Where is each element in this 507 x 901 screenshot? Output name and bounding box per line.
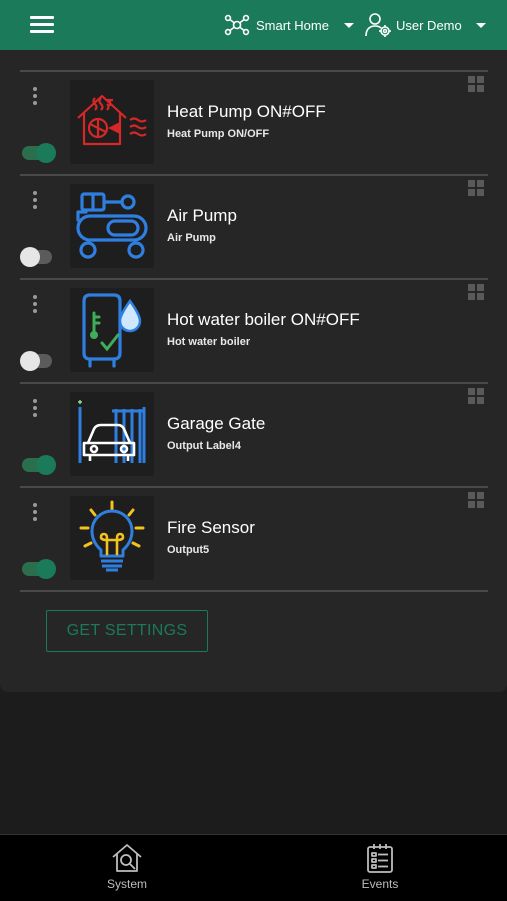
output-row-air-pump: Air Pump Air Pump: [20, 174, 488, 278]
output-row-garage-gate: Garage Gate Output Label4: [20, 382, 488, 486]
output-toggle[interactable]: [22, 455, 56, 475]
output-toggle[interactable]: [20, 351, 52, 371]
output-subtitle: Heat Pump ON/OFF: [167, 128, 270, 140]
output-title: Air Pump: [167, 206, 237, 225]
output-subtitle: Air Pump: [167, 232, 216, 244]
outputs-panel: Heat Pump ON#OFF Heat Pump ON/OFF Air Pu…: [0, 50, 507, 692]
row-options-icon[interactable]: [32, 87, 38, 107]
top-app-bar: Smart Home User Demo: [0, 0, 507, 50]
nav-system-label: System: [106, 877, 147, 891]
drag-handle-icon[interactable]: [468, 388, 484, 404]
row-options-icon[interactable]: [32, 191, 38, 211]
row-options-icon[interactable]: [32, 295, 38, 315]
nav-events[interactable]: Events: [335, 843, 425, 891]
user-gear-icon: [365, 13, 391, 37]
drag-handle-icon[interactable]: [468, 492, 484, 508]
output-subtitle: Hot water boiler: [167, 336, 251, 348]
water-boiler-icon: [70, 288, 154, 372]
output-title: Heat Pump ON#OFF: [167, 102, 326, 121]
air-compressor-icon: [70, 184, 154, 268]
output-row-heat-pump: Heat Pump ON#OFF Heat Pump ON/OFF: [20, 70, 488, 174]
light-bulb-icon: [70, 496, 154, 580]
output-title: Fire Sensor: [167, 518, 255, 537]
user-name: User Demo: [396, 17, 462, 33]
event-list-icon: [367, 844, 393, 873]
output-toggle[interactable]: [22, 143, 56, 163]
output-row-fire-sensor: Fire Sensor Output5: [20, 486, 488, 592]
row-options-icon[interactable]: [32, 399, 38, 419]
user-dropdown-caret-icon: [475, 22, 486, 28]
heat-pump-house-icon: [70, 80, 154, 164]
nav-events-label: Events: [361, 877, 399, 891]
output-row-water-boiler: Hot water boiler ON#OFF Hot water boiler: [20, 278, 488, 382]
network-hub-icon: [224, 14, 250, 36]
hamburger-menu-icon[interactable]: [30, 16, 54, 34]
output-title: Hot water boiler ON#OFF: [167, 310, 360, 329]
get-settings-button[interactable]: GET SETTINGS: [46, 610, 208, 652]
site-selector[interactable]: Smart Home: [224, 13, 354, 37]
output-toggle[interactable]: [20, 247, 52, 267]
output-toggle[interactable]: [22, 559, 56, 579]
row-options-icon[interactable]: [32, 503, 38, 523]
site-dropdown-caret-icon: [343, 22, 354, 28]
outputs-list: Heat Pump ON#OFF Heat Pump ON/OFF Air Pu…: [20, 70, 488, 592]
output-title: Garage Gate: [167, 414, 266, 433]
site-name: Smart Home: [256, 17, 329, 33]
output-subtitle: Output5: [167, 544, 210, 556]
garage-gate-car-icon: [70, 392, 154, 476]
house-search-icon: [112, 844, 142, 872]
output-subtitle: Output Label4: [167, 440, 241, 452]
nav-system[interactable]: System: [82, 843, 172, 891]
bottom-navigation: System Events: [0, 834, 507, 901]
user-menu[interactable]: User Demo: [365, 12, 486, 38]
drag-handle-icon[interactable]: [468, 180, 484, 196]
drag-handle-icon[interactable]: [468, 284, 484, 300]
drag-handle-icon[interactable]: [468, 76, 484, 92]
